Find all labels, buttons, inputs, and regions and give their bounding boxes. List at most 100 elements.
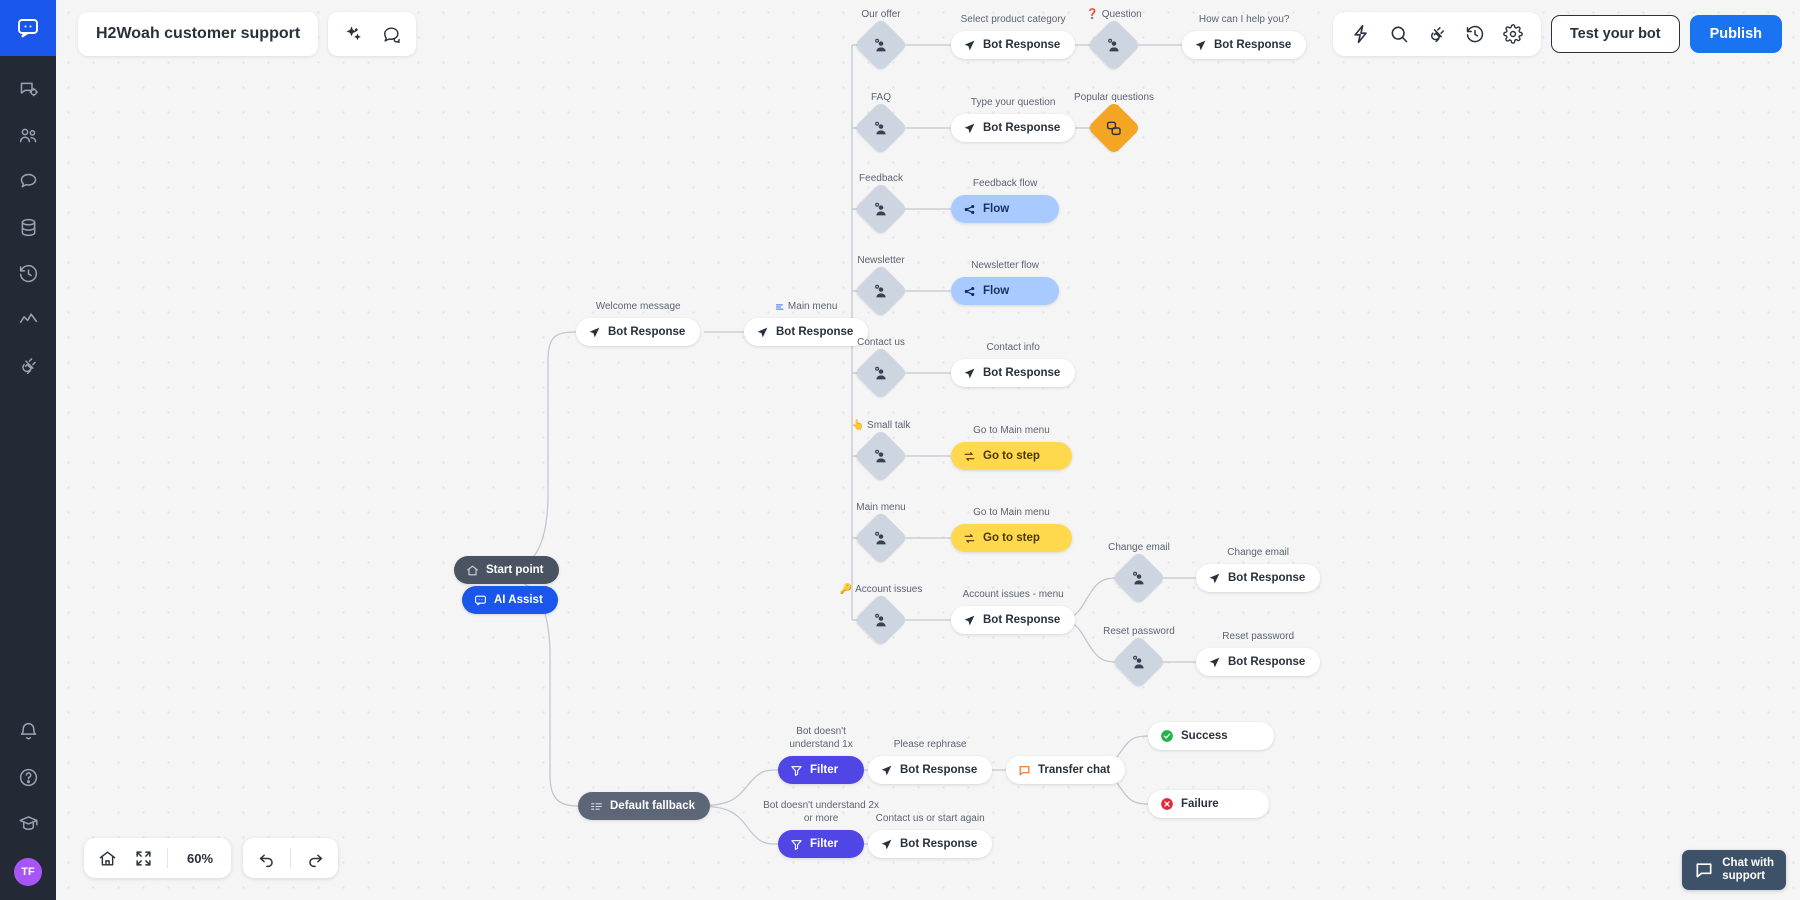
node-contact-us-or-start-again[interactable]: Contact us or start again Bot Response: [868, 813, 993, 858]
node-select-product-category[interactable]: Select product category Bot Response: [951, 14, 1076, 59]
start-point-pill[interactable]: Start point: [454, 556, 559, 584]
node-how-can-i-help-you[interactable]: How can I help you? Bot Response: [1182, 14, 1307, 59]
goto-step-pill[interactable]: Go to step: [951, 524, 1072, 552]
node-interaction-newsletter[interactable]: Newsletter: [854, 255, 908, 318]
interaction-diamond[interactable]: [854, 101, 908, 155]
bot-response-pill[interactable]: Bot Response: [1182, 31, 1307, 59]
node-start-point[interactable]: Start point: [454, 556, 559, 584]
ai-sparkles-button[interactable]: [336, 17, 370, 51]
page-title[interactable]: H2Woah customer support: [78, 12, 319, 56]
bot-response-pill[interactable]: Bot Response: [951, 31, 1076, 59]
chat-help-button[interactable]: [374, 17, 408, 51]
zoom-level[interactable]: 60%: [175, 851, 225, 866]
failure-pill[interactable]: Failure: [1148, 790, 1269, 818]
sidebar-item-notifications[interactable]: [0, 708, 56, 754]
node-change-email-response[interactable]: Change email Bot Response: [1196, 547, 1321, 592]
node-goto-main-menu[interactable]: Go to Main menu Go to step: [951, 507, 1072, 552]
actions-button[interactable]: [1343, 16, 1379, 52]
interaction-diamond[interactable]: [854, 511, 908, 565]
ai-assist-pill[interactable]: AI Assist: [462, 586, 558, 614]
node-interaction-account-issues[interactable]: 🔑 Account issues: [840, 584, 922, 647]
node-interaction-main-menu[interactable]: Main menu: [854, 502, 908, 565]
sidebar-item-users[interactable]: [0, 112, 56, 158]
node-please-rephrase[interactable]: Please rephrase Bot Response: [868, 739, 993, 784]
node-filter-understand-1x[interactable]: Bot doesn't understand 1x Filter: [778, 726, 865, 784]
settings-button[interactable]: [1495, 16, 1531, 52]
flow-canvas[interactable]: Start point AI Assist Welcome message Bo…: [56, 0, 1800, 900]
publish-button[interactable]: Publish: [1689, 15, 1782, 53]
interaction-diamond[interactable]: [1087, 18, 1141, 72]
interaction-diamond[interactable]: [854, 18, 908, 72]
sidebar-item-analytics[interactable]: [0, 296, 56, 342]
node-reset-password-response[interactable]: Reset password Bot Response: [1196, 631, 1321, 676]
interaction-diamond[interactable]: [1112, 551, 1166, 605]
avatar[interactable]: TF: [14, 858, 42, 886]
search-button[interactable]: [1381, 16, 1417, 52]
bot-response-pill[interactable]: Bot Response: [951, 606, 1076, 634]
bot-response-pill[interactable]: Bot Response: [868, 756, 993, 784]
fit-screen-button[interactable]: [126, 841, 160, 875]
node-interaction-question[interactable]: ❓ Question: [1086, 9, 1142, 72]
node-interaction-reset-password[interactable]: Reset password: [1103, 626, 1175, 689]
node-goto-main-menu-smalltalk[interactable]: Go to Main menu Go to step: [951, 425, 1072, 470]
node-account-issues-menu[interactable]: Account issues - menu Bot Response: [951, 589, 1076, 634]
version-history-button[interactable]: [1457, 16, 1493, 52]
interaction-diamond[interactable]: [854, 264, 908, 318]
bot-response-pill[interactable]: Bot Response: [1196, 648, 1321, 676]
node-ai-assist[interactable]: AI Assist: [462, 586, 558, 614]
sidebar-item-chats[interactable]: [0, 158, 56, 204]
sidebar-item-database[interactable]: [0, 204, 56, 250]
bot-response-pill[interactable]: Bot Response: [744, 318, 869, 346]
undo-button[interactable]: [249, 841, 283, 875]
interaction-diamond[interactable]: [854, 593, 908, 647]
node-interaction-feedback[interactable]: Feedback: [854, 173, 908, 236]
bot-response-pill[interactable]: Bot Response: [1196, 564, 1321, 592]
node-interaction-faq[interactable]: FAQ: [854, 92, 908, 155]
sidebar-item-chat-settings[interactable]: [0, 66, 56, 112]
interaction-diamond[interactable]: [854, 346, 908, 400]
node-outcome-failure[interactable]: Failure: [1148, 790, 1269, 818]
interaction-diamond[interactable]: [854, 182, 908, 236]
test-your-bot-button[interactable]: Test your bot: [1550, 15, 1680, 53]
node-interaction-small-talk[interactable]: 👆 Small talk: [852, 420, 910, 483]
node-interaction-contact-us[interactable]: Contact us: [854, 337, 908, 400]
integrations-button[interactable]: [1419, 16, 1455, 52]
bot-response-pill[interactable]: Bot Response: [576, 318, 701, 346]
goto-step-pill[interactable]: Go to step: [951, 442, 1072, 470]
app-logo[interactable]: [0, 0, 56, 56]
node-default-fallback[interactable]: Default fallback: [578, 792, 710, 820]
sidebar-item-history[interactable]: [0, 250, 56, 296]
sidebar-item-academy[interactable]: [0, 800, 56, 846]
default-fallback-pill[interactable]: Default fallback: [578, 792, 710, 820]
filter-pill[interactable]: Filter: [778, 830, 865, 858]
home-button[interactable]: [90, 841, 124, 875]
node-feedback-flow[interactable]: Feedback flow Flow: [951, 178, 1060, 223]
node-outcome-success[interactable]: Success: [1148, 722, 1274, 750]
node-type-your-question[interactable]: Type your question Bot Response: [951, 97, 1076, 142]
chat-with-support-button[interactable]: Chat with support: [1682, 850, 1786, 890]
flow-pill[interactable]: Flow: [951, 195, 1060, 223]
node-popular-questions[interactable]: Popular questions: [1074, 92, 1154, 155]
redo-button[interactable]: [298, 841, 332, 875]
node-filter-understand-2x[interactable]: Bot doesn't understand 2x or more Filter: [763, 800, 879, 858]
bot-response-pill[interactable]: Bot Response: [951, 114, 1076, 142]
node-interaction-change-email[interactable]: Change email: [1108, 542, 1170, 605]
send-icon: [1195, 40, 1206, 50]
bot-response-pill[interactable]: Bot Response: [868, 830, 993, 858]
node-interaction-our-offer[interactable]: Our offer: [854, 9, 908, 72]
node-transfer-chat[interactable]: Transfer chat: [1006, 756, 1126, 784]
transfer-chat-pill[interactable]: Transfer chat: [1006, 756, 1126, 784]
sidebar-item-integrations[interactable]: [0, 342, 56, 388]
filter-pill[interactable]: Filter: [778, 756, 865, 784]
interaction-diamond[interactable]: [1112, 635, 1166, 689]
success-pill[interactable]: Success: [1148, 722, 1274, 750]
node-newsletter-flow[interactable]: Newsletter flow Flow: [951, 260, 1060, 305]
flow-pill[interactable]: Flow: [951, 277, 1060, 305]
bot-response-pill[interactable]: Bot Response: [951, 359, 1076, 387]
sidebar-item-help[interactable]: [0, 754, 56, 800]
node-contact-info[interactable]: Contact info Bot Response: [951, 342, 1076, 387]
interaction-diamond[interactable]: [854, 429, 908, 483]
knowledge-diamond[interactable]: [1087, 101, 1141, 155]
node-welcome-message[interactable]: Welcome message Bot Response: [576, 301, 701, 346]
node-main-menu[interactable]: Main menu Bot Response: [744, 301, 869, 346]
